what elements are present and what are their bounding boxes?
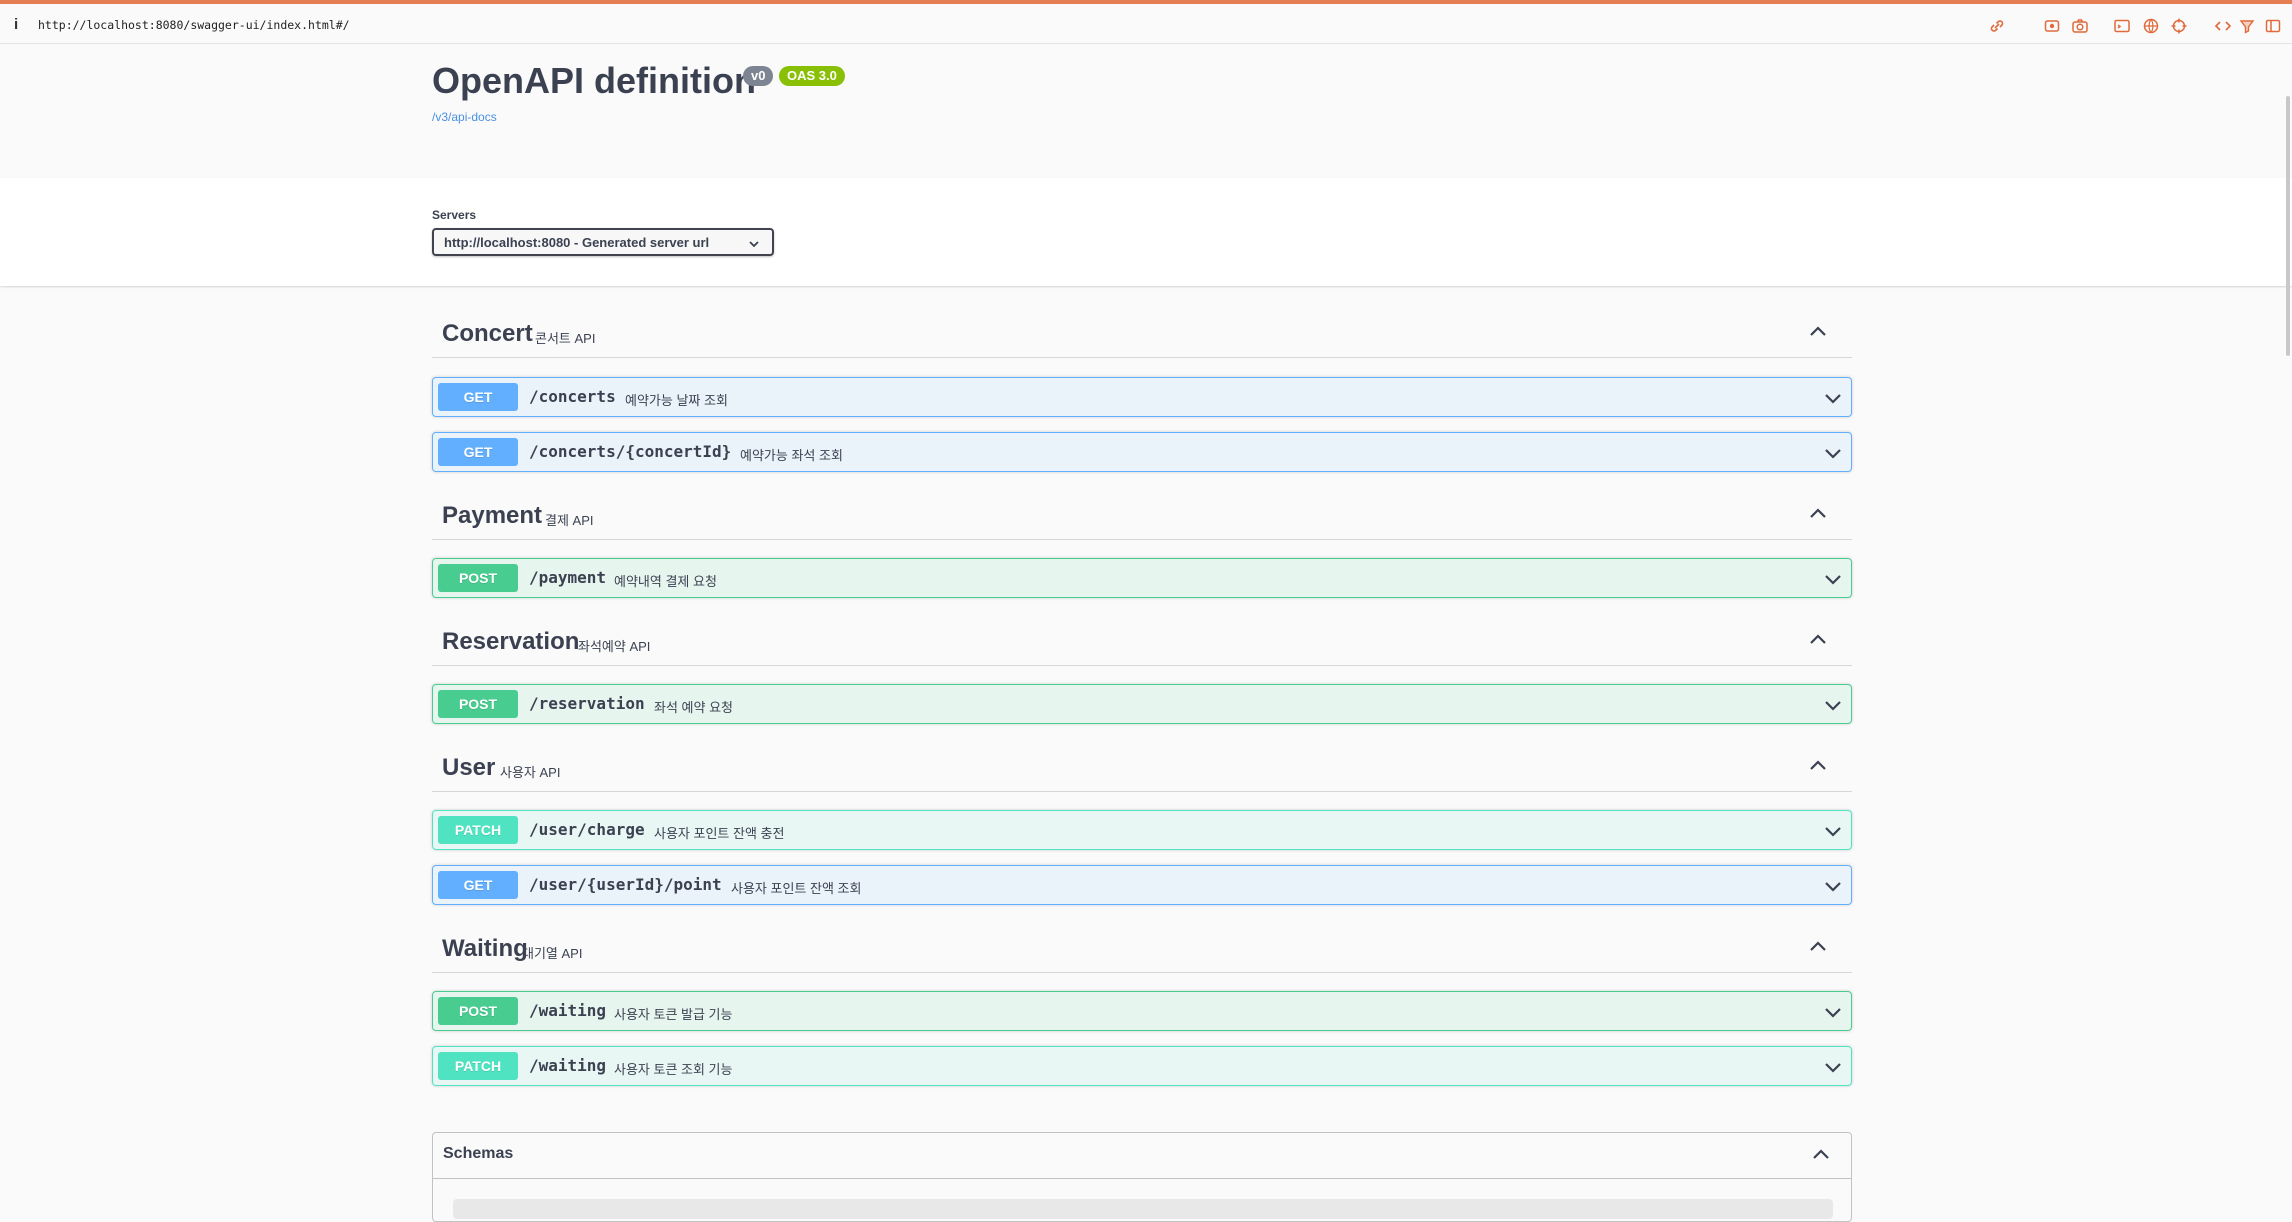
tag-name: Concert	[442, 320, 533, 347]
chevron-down-icon[interactable]	[1823, 1002, 1843, 1022]
operation-path: /payment	[529, 568, 607, 587]
http-method-badge: PATCH	[438, 1052, 518, 1080]
tag-waiting[interactable]: Waiting 대기열 API	[432, 923, 1852, 973]
servers-select[interactable]: http://localhost:8080 - Generated server…	[432, 228, 774, 256]
operation-summary: 사용자 토큰 조회 기능	[614, 1062, 733, 1077]
chevron-up-icon[interactable]	[1808, 756, 1828, 776]
site-info-icon[interactable]: i	[14, 16, 18, 33]
operation-path: /reservation	[529, 694, 645, 713]
operation-path: /waiting	[529, 1001, 607, 1020]
chevron-down-icon	[748, 237, 760, 249]
servers-selected-value: http://localhost:8080 - Generated server…	[444, 235, 710, 250]
operation-path: /user/charge	[529, 820, 645, 839]
console-icon[interactable]	[2113, 17, 2131, 35]
operation-post-waiting[interactable]: POST /waiting 사용자 토큰 발급 기능	[432, 991, 1852, 1031]
chevron-up-icon[interactable]	[1811, 1145, 1831, 1165]
chevron-down-icon[interactable]	[1823, 388, 1843, 408]
operation-summary: 사용자 포인트 잔액 조회	[731, 881, 862, 896]
chevron-down-icon[interactable]	[1823, 821, 1843, 841]
operation-summary: 예약가능 좌석 조회	[740, 448, 843, 463]
chevron-down-icon[interactable]	[1823, 695, 1843, 715]
tag-description: 사용자 API	[500, 765, 561, 780]
sidebar-toggle-icon[interactable]	[2264, 17, 2282, 35]
address-bar-url[interactable]: http://localhost:8080/swagger-ui/index.h…	[38, 18, 350, 32]
devtools-icon[interactable]	[2214, 17, 2232, 35]
operation-path: /concerts	[529, 387, 616, 406]
crosshair-icon[interactable]	[2170, 17, 2188, 35]
operation-get-concert-by-id[interactable]: GET /concerts/{concertId} 예약가능 좌석 조회	[432, 432, 1852, 472]
api-info-header: OpenAPI definition v0 OAS 3.0 /v3/api-do…	[0, 44, 2292, 178]
operation-path: /user/{userId}/point	[529, 875, 722, 894]
http-method-badge: POST	[438, 564, 518, 592]
tag-user[interactable]: User 사용자 API	[432, 742, 1852, 792]
tag-description: 결제 API	[545, 513, 594, 528]
operation-patch-user-charge[interactable]: PATCH /user/charge 사용자 포인트 잔액 충전	[432, 810, 1852, 850]
tag-description: 콘서트 API	[535, 331, 596, 346]
tag-reservation[interactable]: Reservation 좌석예약 API	[432, 616, 1852, 666]
chevron-up-icon[interactable]	[1808, 322, 1828, 342]
operation-summary: 예약내역 결제 요청	[614, 574, 717, 589]
api-docs-link[interactable]: /v3/api-docs	[432, 110, 497, 124]
tag-concert[interactable]: Concert 콘서트 API	[432, 308, 1852, 358]
http-method-badge: GET	[438, 871, 518, 899]
oas-version-badge: OAS 3.0	[779, 66, 845, 86]
tag-name: User	[442, 754, 496, 781]
http-method-badge: POST	[438, 997, 518, 1025]
tag-description: 대기열 API	[522, 946, 583, 961]
tag-name: Payment	[442, 502, 543, 529]
schemas-header[interactable]: Schemas	[433, 1133, 1851, 1179]
schemas-title: Schemas	[443, 1145, 514, 1162]
servers-section: Servers http://localhost:8080 - Generate…	[0, 178, 2292, 286]
page-scrollbar[interactable]	[2286, 44, 2292, 1212]
chevron-down-icon[interactable]	[1823, 443, 1843, 463]
operation-get-concerts[interactable]: GET /concerts 예약가능 날짜 조회	[432, 377, 1852, 417]
operation-path: /waiting	[529, 1056, 607, 1075]
http-method-badge: GET	[438, 438, 518, 466]
version-badge: v0	[743, 66, 774, 86]
chevron-up-icon[interactable]	[1808, 630, 1828, 650]
scrollbar-thumb[interactable]	[2286, 96, 2290, 356]
globe-icon[interactable]	[2142, 17, 2160, 35]
operation-get-user-point[interactable]: GET /user/{userId}/point 사용자 포인트 잔액 조회	[432, 865, 1852, 905]
camera-icon[interactable]	[2071, 17, 2089, 35]
http-method-badge: GET	[438, 383, 518, 411]
servers-label: Servers	[432, 208, 477, 222]
tag-payment[interactable]: Payment 결제 API	[432, 490, 1852, 540]
chevron-down-icon[interactable]	[1823, 876, 1843, 896]
http-method-badge: PATCH	[438, 816, 518, 844]
operation-summary: 예약가능 날짜 조회	[625, 393, 728, 408]
tag-name: Reservation	[442, 628, 580, 655]
operation-path: /concerts/{concertId}	[529, 442, 732, 461]
link-icon[interactable]	[1988, 17, 2006, 35]
operation-patch-waiting[interactable]: PATCH /waiting 사용자 토큰 조회 기능	[432, 1046, 1852, 1086]
filter-icon[interactable]	[2238, 17, 2256, 35]
operation-summary: 사용자 토큰 발급 기능	[614, 1007, 733, 1022]
tag-description: 좌석예약 API	[578, 639, 651, 654]
schema-model-row[interactable]	[453, 1199, 1833, 1219]
chevron-up-icon[interactable]	[1808, 504, 1828, 524]
operation-summary: 사용자 포인트 잔액 충전	[654, 826, 785, 841]
chevron-down-icon[interactable]	[1823, 569, 1843, 589]
http-method-badge: POST	[438, 690, 518, 718]
operation-post-reservation[interactable]: POST /reservation 좌석 예약 요청	[432, 684, 1852, 724]
chevron-up-icon[interactable]	[1808, 937, 1828, 957]
api-title: OpenAPI definition	[432, 60, 756, 101]
schemas-section: Schemas	[432, 1132, 1852, 1222]
screenshot-icon[interactable]	[2043, 17, 2061, 35]
operation-summary: 좌석 예약 요청	[654, 700, 733, 715]
operation-post-payment[interactable]: POST /payment 예약내역 결제 요청	[432, 558, 1852, 598]
browser-toolbar: i http://localhost:8080/swagger-ui/index…	[0, 0, 2292, 44]
chevron-down-icon[interactable]	[1823, 1057, 1843, 1077]
tag-name: Waiting	[442, 935, 528, 962]
